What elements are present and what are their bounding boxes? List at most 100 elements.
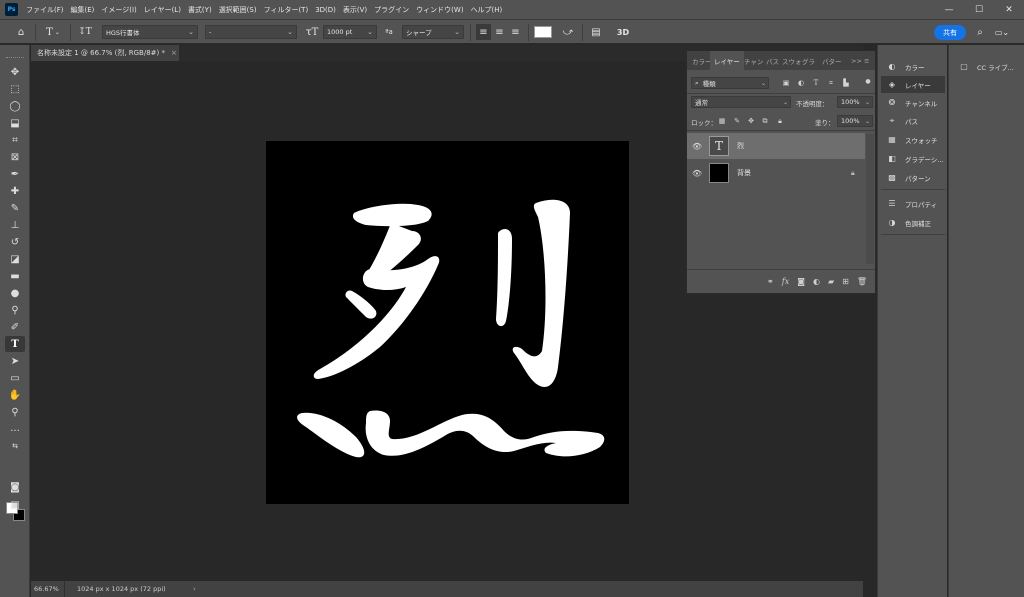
antialias-select[interactable]: シャープ ⌄ bbox=[402, 25, 464, 39]
align-left-icon[interactable]: ≡ bbox=[476, 24, 491, 40]
panel-menu-icon[interactable]: >> ≡ bbox=[851, 51, 869, 70]
layer-name[interactable]: 烈 bbox=[737, 141, 865, 151]
quick-mask-icon[interactable]: ◙ bbox=[5, 479, 25, 495]
dock-adjustments[interactable]: ◑ 色調補正 bbox=[881, 214, 945, 231]
font-style-select[interactable]: - ⌄ bbox=[205, 25, 297, 39]
character-panel-icon[interactable]: ▤ bbox=[588, 24, 604, 40]
dock-patterns[interactable]: ▩ パターン bbox=[881, 169, 945, 186]
text-color-swatch[interactable] bbox=[534, 26, 552, 38]
layer-row-background[interactable]: 👁︎ 背景 🔒︎ bbox=[687, 160, 865, 186]
brush-tool-icon[interactable]: ✎ bbox=[5, 200, 25, 216]
align-center-icon[interactable]: ≡ bbox=[492, 24, 507, 40]
history-brush-tool-icon[interactable]: ↺ bbox=[5, 234, 25, 250]
dock-layers[interactable]: ◈ レイヤー bbox=[881, 76, 945, 93]
menu-edit[interactable]: 編集(E) bbox=[71, 5, 95, 15]
delete-layer-icon[interactable]: 🗑︎ bbox=[857, 277, 867, 286]
zoom-level[interactable]: 66.67% bbox=[31, 581, 65, 597]
menu-window[interactable]: ウィンドウ(W) bbox=[416, 5, 463, 15]
menu-layer[interactable]: レイヤー(L) bbox=[144, 5, 181, 15]
font-size-select[interactable]: 1000 pt ⌄ bbox=[323, 25, 377, 39]
blend-mode-select[interactable]: 通常 ⌄ bbox=[691, 96, 791, 108]
menu-help[interactable]: ヘルプ(H) bbox=[471, 5, 503, 15]
pen-tool-icon[interactable]: ✐ bbox=[5, 319, 25, 335]
menu-3d[interactable]: 3D(D) bbox=[315, 6, 336, 14]
filter-type-icon[interactable]: T bbox=[811, 78, 821, 88]
adjustment-layer-icon[interactable]: ◐ bbox=[813, 277, 820, 286]
document-canvas[interactable] bbox=[266, 141, 629, 504]
gradient-tool-icon[interactable]: ▬ bbox=[5, 268, 25, 284]
eraser-tool-icon[interactable]: ◪ bbox=[5, 251, 25, 267]
path-selection-tool-icon[interactable]: ➤ bbox=[5, 353, 25, 369]
warp-text-icon[interactable]: ⤻ bbox=[560, 24, 576, 40]
menu-type[interactable]: 書式(Y) bbox=[188, 5, 212, 15]
document-tab[interactable]: 名称未設定 1 @ 66.7% (烈, RGB/8#) * × bbox=[31, 45, 179, 61]
tab-layers[interactable]: レイヤー bbox=[710, 51, 744, 70]
object-selection-tool-icon[interactable]: ⬓ bbox=[5, 115, 25, 131]
minimize-button[interactable]: — bbox=[934, 0, 964, 19]
workspace-icon[interactable]: ▭⌄ bbox=[993, 24, 1011, 40]
close-button[interactable]: ✕ bbox=[994, 0, 1024, 19]
dock-channels[interactable]: ❂ チャンネル bbox=[881, 94, 945, 111]
lock-position-icon[interactable]: ✥ bbox=[746, 116, 756, 126]
menu-plugins[interactable]: プラグイン bbox=[374, 5, 409, 15]
new-group-icon[interactable]: ▰ bbox=[828, 277, 834, 286]
home-icon[interactable]: ⌂ bbox=[12, 24, 30, 40]
tab-patterns[interactable]: パター bbox=[822, 51, 842, 70]
layer-name[interactable]: 背景 bbox=[737, 168, 851, 178]
layers-scrollbar[interactable] bbox=[866, 134, 874, 264]
visibility-eye-icon[interactable]: 👁︎ bbox=[687, 142, 707, 151]
tab-paths[interactable]: パス bbox=[766, 51, 779, 70]
menu-filter[interactable]: フィルター(T) bbox=[264, 5, 309, 15]
eyedropper-tool-icon[interactable]: ✒ bbox=[5, 166, 25, 182]
lasso-tool-icon[interactable]: ◯ bbox=[5, 98, 25, 114]
status-menu-arrow[interactable]: › bbox=[193, 585, 196, 593]
fill-input[interactable]: 100% ⌄ bbox=[837, 115, 873, 127]
menu-image[interactable]: イメージ(I) bbox=[101, 5, 136, 15]
lock-artboard-icon[interactable]: ⧉ bbox=[760, 116, 770, 126]
opacity-input[interactable]: 100% ⌄ bbox=[837, 96, 873, 108]
healing-brush-tool-icon[interactable]: ✚ bbox=[5, 183, 25, 199]
hand-tool-icon[interactable]: ✋ bbox=[5, 387, 25, 403]
type-tool-preset-icon[interactable]: T ⌄ bbox=[41, 24, 65, 40]
tab-color[interactable]: カラー bbox=[692, 51, 712, 70]
layer-row-text[interactable]: 👁︎ T 烈 bbox=[687, 133, 865, 159]
maximize-button[interactable]: ☐ bbox=[964, 0, 994, 19]
lock-image-icon[interactable]: ✎ bbox=[732, 116, 742, 126]
zoom-tool-icon[interactable]: ⚲ bbox=[5, 404, 25, 420]
toolbox-grip[interactable] bbox=[6, 57, 24, 59]
filter-adjustment-icon[interactable]: ◐ bbox=[796, 78, 806, 88]
marquee-tool-icon[interactable]: ⬚ bbox=[5, 81, 25, 97]
dock-paths[interactable]: ⌖ パス bbox=[881, 112, 945, 129]
screen-mode-icon[interactable]: ▣ bbox=[5, 497, 25, 513]
link-layers-icon[interactable]: ⚭ bbox=[767, 277, 774, 286]
dock-color[interactable]: ◐ カラー bbox=[881, 58, 945, 75]
lock-transparent-icon[interactable]: ▦ bbox=[717, 116, 727, 126]
move-tool-icon[interactable]: ✥ bbox=[5, 64, 25, 80]
filter-pixel-icon[interactable]: ▣ bbox=[781, 78, 791, 88]
layer-filter-select[interactable]: ⌕ 種類 ⌄ bbox=[691, 77, 769, 89]
tab-gradients[interactable]: グラ bbox=[802, 51, 815, 70]
filter-smart-object-icon[interactable]: ▙ bbox=[841, 78, 851, 88]
new-layer-icon[interactable]: ⊞ bbox=[842, 277, 849, 286]
crop-tool-icon[interactable]: ⌗ bbox=[5, 132, 25, 148]
search-icon[interactable]: ⌕ bbox=[972, 24, 988, 40]
blur-tool-icon[interactable]: ● bbox=[5, 285, 25, 301]
dodge-tool-icon[interactable]: ⚲ bbox=[5, 302, 25, 318]
rectangle-tool-icon[interactable]: ▭ bbox=[5, 370, 25, 386]
layer-style-icon[interactable]: fx bbox=[782, 277, 789, 286]
3d-button[interactable]: 3D bbox=[614, 24, 632, 40]
dock-cc-libraries[interactable]: ▢ CC ライブ... bbox=[953, 58, 1021, 75]
align-right-icon[interactable]: ≡ bbox=[508, 24, 523, 40]
swap-colors-icon[interactable]: ⇆ bbox=[5, 441, 25, 451]
filter-toggle-icon[interactable]: ● bbox=[863, 76, 873, 86]
menu-select[interactable]: 選択範囲(S) bbox=[219, 5, 257, 15]
share-button[interactable]: 共有 bbox=[934, 25, 966, 40]
frame-tool-icon[interactable]: ⊠ bbox=[5, 149, 25, 165]
dock-gradients[interactable]: ◧ グラデーシ... bbox=[881, 150, 945, 167]
close-tab-icon[interactable]: × bbox=[171, 49, 177, 57]
more-tools-icon[interactable]: ··· bbox=[5, 423, 25, 439]
add-mask-icon[interactable]: ◙ bbox=[797, 277, 805, 286]
dock-properties[interactable]: ☰ プロパティ bbox=[881, 195, 945, 212]
tab-channels[interactable]: チャン bbox=[744, 51, 763, 70]
font-family-select[interactable]: HGS行書体 ⌄ bbox=[102, 25, 198, 39]
